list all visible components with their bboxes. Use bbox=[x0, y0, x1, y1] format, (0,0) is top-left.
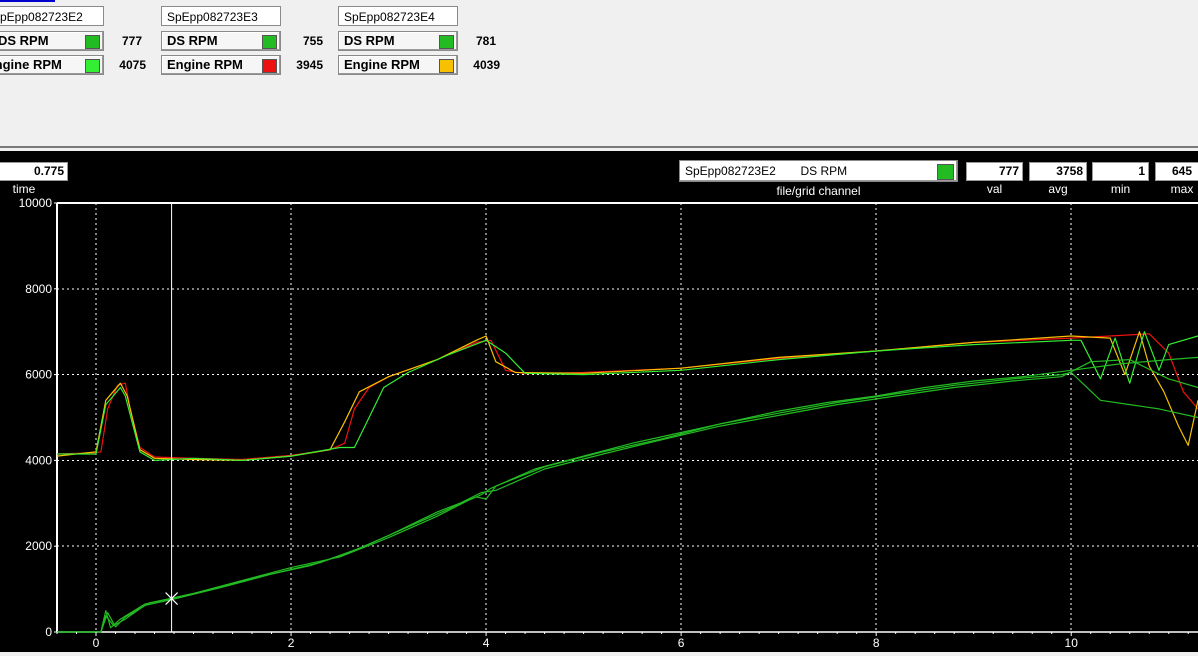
channel-value: 755 bbox=[302, 34, 323, 48]
y-tick-label: 4000 bbox=[25, 453, 52, 467]
channel-value: 777 bbox=[121, 34, 142, 48]
stat-val-label: val bbox=[986, 182, 1003, 196]
file-name-box[interactable]: SpEpp082723E4 bbox=[338, 6, 458, 26]
stat-avg-label: avg bbox=[1048, 182, 1068, 196]
channel-button-engine-rpm[interactable]: Engine RPM bbox=[338, 55, 458, 75]
plot-area[interactable]: 0 2000 4000 6000 8000 10000 0 2 4 6 8 10 0.775 time… bbox=[0, 151, 1198, 656]
channel-color-swatch[interactable] bbox=[262, 59, 277, 73]
channel-value: 4039 bbox=[473, 58, 500, 72]
channel-value: 3945 bbox=[296, 58, 323, 72]
file-name-box[interactable]: SpEpp082723E3 bbox=[161, 6, 281, 26]
stat-max-box: 645 bbox=[1155, 162, 1198, 181]
channel-color-swatch[interactable] bbox=[85, 59, 100, 73]
series-line-2 bbox=[57, 331, 1198, 461]
channel-value: 781 bbox=[475, 34, 496, 48]
channel-color-swatch[interactable] bbox=[262, 35, 277, 49]
channel-button-ds-rpm[interactable]: DS RPM bbox=[161, 31, 281, 51]
channel-button-engine-rpm[interactable]: Engine RPM bbox=[0, 55, 104, 75]
channel-value: 4075 bbox=[119, 58, 146, 72]
channel-label: DS RPM bbox=[344, 33, 395, 48]
channel-label: DS RPM bbox=[0, 33, 49, 48]
stat-avg-box: 3758 bbox=[1029, 162, 1087, 181]
y-tick-label: 0 bbox=[45, 625, 52, 639]
channel-label: DS RPM bbox=[167, 33, 218, 48]
channel-selector[interactable]: SpEpp082723E2 DS RPM bbox=[679, 160, 958, 182]
x-tick-label: 2 bbox=[288, 636, 295, 650]
y-tick-label: 6000 bbox=[25, 368, 52, 382]
x-tick-label: 8 bbox=[873, 636, 880, 650]
channel-selector-channel: DS RPM bbox=[800, 164, 848, 178]
header-accent-bar bbox=[0, 0, 55, 2]
channel-button-ds-rpm[interactable]: DS RPM bbox=[338, 31, 458, 51]
channel-color-swatch[interactable] bbox=[439, 35, 454, 49]
bottom-strip bbox=[0, 652, 1198, 656]
channel-selector-swatch bbox=[937, 164, 954, 180]
channel-label: Engine RPM bbox=[0, 57, 62, 72]
stat-max-label: max bbox=[1170, 182, 1194, 196]
panel-divider bbox=[0, 146, 1198, 148]
channel-button-ds-rpm[interactable]: DS RPM bbox=[0, 31, 104, 51]
x-tick-label: 10 bbox=[1065, 636, 1079, 650]
stat-val-box: 777 bbox=[966, 162, 1023, 181]
channel-selector-label: file/grid channel bbox=[776, 184, 861, 198]
series-line-1 bbox=[56, 331, 1198, 461]
stat-min-box: 1 bbox=[1092, 162, 1149, 181]
file-name-box[interactable]: SpEpp082723E2 bbox=[0, 6, 104, 26]
channel-legend-panel: SpEpp082723E2 DS RPM 777 Engine RPM 4075… bbox=[0, 0, 1198, 146]
x-tick-label: 0 bbox=[93, 636, 100, 650]
cursor-time-box[interactable]: 0.775 bbox=[0, 162, 68, 181]
y-tick-label: 10000 bbox=[19, 196, 53, 210]
series-line-3 bbox=[57, 356, 1198, 633]
channel-selector-file: SpEpp082723E2 bbox=[685, 164, 776, 178]
series-line-4 bbox=[57, 371, 1198, 633]
y-tick-label: 2000 bbox=[25, 539, 52, 553]
series-line-0 bbox=[56, 333, 1198, 461]
x-tick-label: 6 bbox=[678, 636, 685, 650]
stat-min-label: min bbox=[1110, 182, 1131, 196]
x-tick-label: 4 bbox=[483, 636, 490, 650]
series-line-5 bbox=[57, 359, 1198, 633]
y-tick-label: 8000 bbox=[25, 282, 52, 296]
channel-color-swatch[interactable] bbox=[85, 35, 100, 49]
channel-button-engine-rpm[interactable]: Engine RPM bbox=[161, 55, 281, 75]
rpm-line-chart[interactable]: 0 2000 4000 6000 8000 10000 0 2 4 6 8 10 bbox=[0, 151, 1198, 656]
channel-color-swatch[interactable] bbox=[439, 59, 454, 73]
channel-label: Engine RPM bbox=[344, 57, 420, 72]
cursor-time-label: time bbox=[12, 182, 36, 196]
channel-label: Engine RPM bbox=[167, 57, 243, 72]
